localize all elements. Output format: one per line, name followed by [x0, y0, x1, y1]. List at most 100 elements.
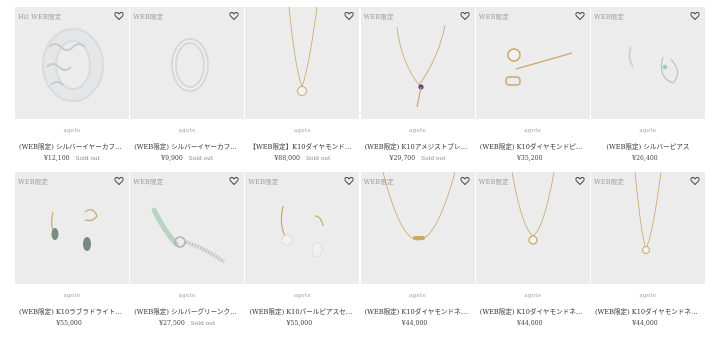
product-card[interactable]: WEB限定 agete (WEB限定) シルバーピアス ¥26,400: [590, 7, 705, 168]
product-grid: Hit WEB限定 agete (WEB限定) シルバーイヤーカフ（… ¥12,…: [15, 7, 705, 333]
product-image[interactable]: WEB限定: [360, 172, 475, 284]
product-image[interactable]: Hit WEB限定: [15, 7, 129, 119]
brand-name: agete: [524, 128, 542, 134]
product-price: ¥44,000: [632, 320, 658, 327]
web-exclusive-badge: WEB限定: [248, 178, 279, 186]
product-price: ¥44,000: [401, 320, 428, 327]
web-exclusive-badge: WEB限定: [363, 178, 394, 186]
product-price: ¥9,900: [161, 155, 183, 162]
product-card[interactable]: WEB限定 agete (WEB限定) K10ダイヤモンドピア… ¥35,200: [475, 7, 590, 168]
brand-name: agete: [524, 293, 542, 299]
product-name[interactable]: (WEB限定) シルバーイヤーカフ（…: [130, 141, 244, 151]
product-image[interactable]: WEB限定: [130, 172, 245, 284]
jewelry-illustration: [51, 209, 98, 251]
product-card[interactable]: WEB限定 agete (WEB限定) K10ダイヤモンドネッ… ¥44,000: [590, 172, 705, 333]
heart-icon[interactable]: [690, 11, 700, 21]
product-image[interactable]: WEB限定: [15, 172, 129, 284]
brand-name: agete: [639, 128, 657, 134]
product-image[interactable]: WEB限定: [245, 172, 360, 284]
product-price: ¥55,000: [286, 320, 313, 327]
product-name[interactable]: (WEB限定) シルバーピアス: [591, 141, 705, 151]
web-exclusive-badge: WEB限定: [478, 13, 509, 21]
heart-icon[interactable]: [459, 176, 470, 186]
product-name[interactable]: (WEB限定) K10アメジストブレス…: [361, 141, 475, 151]
brand-name: agete: [639, 293, 657, 299]
sold-out-label: Sold out: [305, 156, 331, 162]
product-card[interactable]: WEB限定 agete (WEB限定) シルバーイヤーカフ（… ¥9,900 So…: [130, 7, 245, 168]
sold-out-label: Sold out: [188, 156, 214, 162]
brand-name: agete: [63, 128, 81, 134]
heart-icon[interactable]: [344, 11, 355, 21]
brand-name: agete: [409, 128, 427, 134]
brand-name: agete: [63, 293, 81, 299]
web-exclusive-badge: WEB限定: [593, 178, 625, 186]
product-card[interactable]: WEB限定 agete (WEB限定) K10ラブラドライトピ… ¥55,000: [15, 172, 129, 333]
web-exclusive-badge: WEB限定: [478, 178, 509, 186]
product-name[interactable]: (WEB限定) K10ダイヤモンドネッ…: [361, 306, 475, 316]
product-card[interactable]: WEB限定 agete (WEB限定) K10ダイヤモンドネッ… ¥44,000: [475, 172, 590, 333]
product-price: ¥44,000: [516, 320, 543, 327]
jewelry-illustration: [396, 24, 445, 108]
sold-out-label: Sold out: [190, 321, 216, 327]
product-name[interactable]: (WEB限定) K10ラブラドライトピ…: [15, 306, 129, 316]
brand-name: agete: [178, 293, 196, 299]
product-price: ¥27,500: [159, 320, 185, 327]
product-image[interactable]: [245, 7, 360, 119]
jewelry-illustration: [628, 46, 679, 84]
product-price: ¥55,000: [56, 320, 82, 327]
brand-name: agete: [293, 128, 311, 134]
web-exclusive-badge: WEB限定: [133, 13, 164, 21]
product-price: ¥88,000: [274, 155, 300, 162]
sold-out-label: Sold out: [421, 156, 446, 162]
web-exclusive-badge: WEB限定: [18, 178, 49, 186]
heart-icon[interactable]: [575, 11, 585, 21]
brand-name: agete: [409, 293, 427, 299]
product-card[interactable]: WEB限定 agete (WEB限定) K10ダイヤモンドネッ… ¥44,000: [360, 172, 475, 333]
product-name[interactable]: (WEB限定) シルバーグリーンクォ…: [130, 306, 244, 316]
product-name[interactable]: (WEB限定) K10ダイヤモンドネッ…: [591, 306, 705, 316]
product-card[interactable]: WEB限定 agete (WEB限定) シルバーグリーンクォ… ¥27,500 S…: [130, 172, 245, 333]
product-name[interactable]: (WEB限定) K10ダイヤモンドピア…: [476, 141, 590, 151]
product-name[interactable]: (WEB限定) K10パールピアスセット: [245, 306, 359, 316]
jewelry-illustration: [151, 207, 226, 264]
product-name[interactable]: (WEB限定) K10ダイヤモンドネッ…: [476, 306, 590, 316]
product-price: ¥35,200: [516, 155, 543, 162]
jewelry-illustration: [505, 48, 572, 86]
jewelry-illustration: [634, 172, 662, 254]
product-name[interactable]: (WEB限定) シルバーイヤーカフ（…: [15, 141, 129, 151]
product-price: ¥12,100: [43, 155, 70, 162]
product-card[interactable]: WEB限定 agete (WEB限定) K10パールピアスセット ¥55,000: [245, 172, 360, 333]
product-card[interactable]: agete 【WEB限定】K10ダイヤモンドネッ… ¥88,000 Sold ou…: [245, 7, 360, 168]
brand-name: agete: [293, 293, 311, 299]
web-exclusive-badge: WEB限定: [593, 13, 625, 21]
heart-icon[interactable]: [229, 176, 239, 186]
product-image[interactable]: WEB限定: [360, 7, 475, 119]
product-card[interactable]: Hit WEB限定 agete (WEB限定) シルバーイヤーカフ（… ¥12,…: [15, 7, 129, 168]
product-image[interactable]: WEB限定: [590, 172, 705, 284]
product-card[interactable]: WEB限定 agete (WEB限定) K10アメジストブレス… ¥29,700…: [360, 7, 475, 168]
product-image[interactable]: WEB限定: [475, 172, 590, 284]
product-name[interactable]: 【WEB限定】K10ダイヤモンドネッ…: [245, 141, 359, 151]
product-image[interactable]: WEB限定: [475, 7, 590, 119]
jewelry-illustration: [42, 28, 104, 102]
product-price: ¥26,400: [632, 155, 658, 162]
product-image[interactable]: WEB限定: [590, 7, 705, 119]
heart-icon[interactable]: [114, 11, 124, 21]
product-price: ¥29,700: [389, 155, 416, 162]
jewelry-illustration: [281, 205, 324, 258]
brand-name: agete: [178, 128, 196, 134]
sold-out-label: Sold out: [75, 156, 100, 162]
heart-icon[interactable]: [344, 176, 355, 186]
web-exclusive-badge: Hit WEB限定: [18, 13, 62, 21]
web-exclusive-badge: WEB限定: [363, 13, 394, 21]
web-exclusive-badge: WEB限定: [133, 178, 164, 186]
heart-icon[interactable]: [459, 11, 470, 21]
jewelry-illustration: [382, 172, 455, 241]
jewelry-illustration: [288, 7, 318, 96]
heart-icon[interactable]: [114, 176, 124, 186]
jewelry-illustration: [171, 38, 210, 92]
heart-icon[interactable]: [229, 11, 239, 21]
heart-icon[interactable]: [690, 176, 700, 186]
heart-icon[interactable]: [575, 176, 585, 186]
product-image[interactable]: WEB限定: [130, 7, 245, 119]
